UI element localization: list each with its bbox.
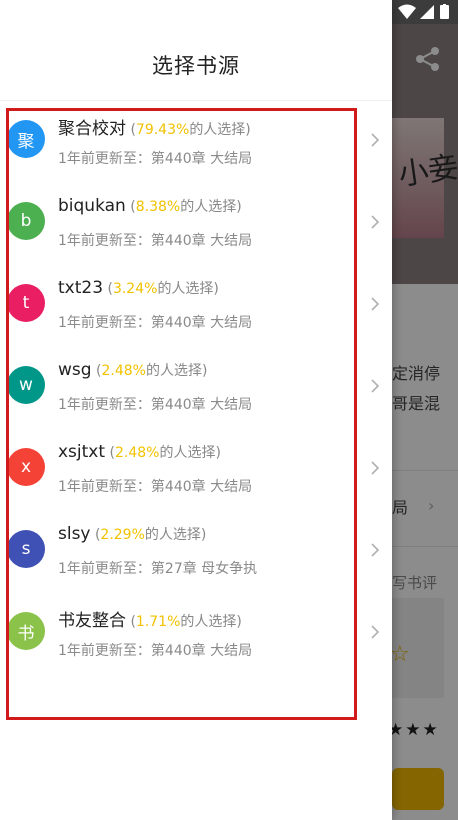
source-selection-drawer: 选择书源 聚聚合校对 (79.43%的人选择) 1年前更新至：第440章 大结局 b…	[0, 0, 392, 820]
source-percent-suffix: 的人选择)	[144, 527, 207, 543]
source-percent: 1.71%	[135, 614, 181, 630]
source-share-text: (2.48%的人选择)	[91, 363, 208, 379]
source-percent: 2.48%	[114, 445, 160, 461]
source-share-text: (8.38%的人选择)	[125, 199, 242, 215]
source-percent-suffix: 的人选择)	[157, 281, 219, 297]
source-avatar: t	[7, 284, 45, 322]
source-share-text: (2.29%的人选择)	[90, 527, 207, 543]
source-percent-suffix: 的人选择)	[180, 614, 242, 630]
source-update-info: 1年前更新至：第440章 大结局	[58, 315, 253, 331]
source-percent: 8.38%	[135, 199, 181, 215]
source-name-line: biqukan (8.38%的人选择)	[58, 196, 242, 216]
source-item[interactable]: 聚聚合校对 (79.43%的人选择) 1年前更新至：第440章 大结局	[0, 102, 392, 184]
chevron-right-icon	[371, 461, 380, 475]
source-name-line: 聚合校对 (79.43%的人选择)	[58, 114, 251, 139]
source-percent: 2.48%	[101, 363, 146, 379]
source-update-info: 1年前更新至：第440章 大结局	[58, 397, 253, 413]
source-item[interactable]: t txt23 (3.24%的人选择) 1年前更新至：第440章 大结局	[0, 266, 392, 348]
source-percent: 79.43%	[135, 122, 190, 138]
source-avatar: x	[7, 448, 45, 486]
source-item[interactable]: b biqukan (8.38%的人选择) 1年前更新至：第440章 大结局	[0, 184, 392, 266]
source-item[interactable]: w wsg (2.48%的人选择) 1年前更新至：第440章 大结局	[0, 348, 392, 430]
source-share-text: (1.71%的人选择)	[126, 614, 242, 630]
chevron-right-icon	[371, 133, 380, 147]
source-percent-suffix: 的人选择)	[189, 122, 251, 138]
chevron-right-icon	[371, 379, 380, 393]
source-item[interactable]: x xsjtxt (2.48%的人选择) 1年前更新至：第440章 大结局	[0, 430, 392, 512]
source-avatar: b	[7, 202, 45, 240]
source-avatar: w	[7, 366, 45, 404]
source-name-line: 书友整合 (1.71%的人选择)	[58, 606, 242, 631]
source-name: slsy	[58, 524, 91, 544]
source-avatar: 聚	[7, 120, 45, 158]
source-share-text: (2.48%的人选择)	[105, 445, 221, 461]
divider	[0, 100, 392, 101]
source-update-info: 1年前更新至：第440章 大结局	[58, 643, 253, 659]
source-name: txt23	[58, 278, 104, 298]
source-name-line: txt23 (3.24%的人选择)	[58, 278, 219, 298]
source-name-line: wsg (2.48%的人选择)	[58, 360, 207, 380]
source-name: 聚合校对	[58, 119, 126, 139]
source-avatar: s	[7, 530, 45, 568]
chevron-right-icon	[371, 297, 380, 311]
source-name-line: xsjtxt (2.48%的人选择)	[58, 442, 221, 462]
source-item[interactable]: 书书友整合 (1.71%的人选择) 1年前更新至：第440章 大结局	[0, 594, 392, 676]
source-name: wsg	[58, 360, 92, 380]
source-avatar: 书	[7, 612, 45, 650]
drawer-title: 选择书源	[152, 54, 240, 78]
chevron-right-icon	[371, 215, 380, 229]
source-update-info: 1年前更新至：第27章 母女争执	[58, 561, 258, 577]
source-name: 书友整合	[58, 611, 126, 631]
source-share-text: (79.43%的人选择)	[126, 122, 251, 138]
status-icons	[398, 4, 449, 19]
source-update-info: 1年前更新至：第440章 大结局	[58, 233, 253, 249]
source-update-info: 1年前更新至：第440章 大结局	[58, 479, 253, 495]
source-update-info: 1年前更新至：第440章 大结局	[58, 151, 253, 167]
source-name: biqukan	[58, 196, 126, 216]
source-name-line: slsy (2.29%的人选择)	[58, 524, 206, 544]
source-percent-suffix: 的人选择)	[180, 199, 242, 215]
source-percent-suffix: 的人选择)	[159, 445, 221, 461]
source-item[interactable]: s slsy (2.29%的人选择) 1年前更新至：第27章 母女争执	[0, 512, 392, 594]
chevron-right-icon	[371, 543, 380, 557]
source-percent: 2.29%	[100, 527, 145, 543]
source-share-text: (3.24%的人选择)	[103, 281, 219, 297]
source-percent: 3.24%	[112, 281, 158, 297]
source-name: xsjtxt	[58, 442, 106, 462]
source-percent-suffix: 的人选择)	[145, 363, 208, 379]
chevron-right-icon	[371, 625, 380, 639]
